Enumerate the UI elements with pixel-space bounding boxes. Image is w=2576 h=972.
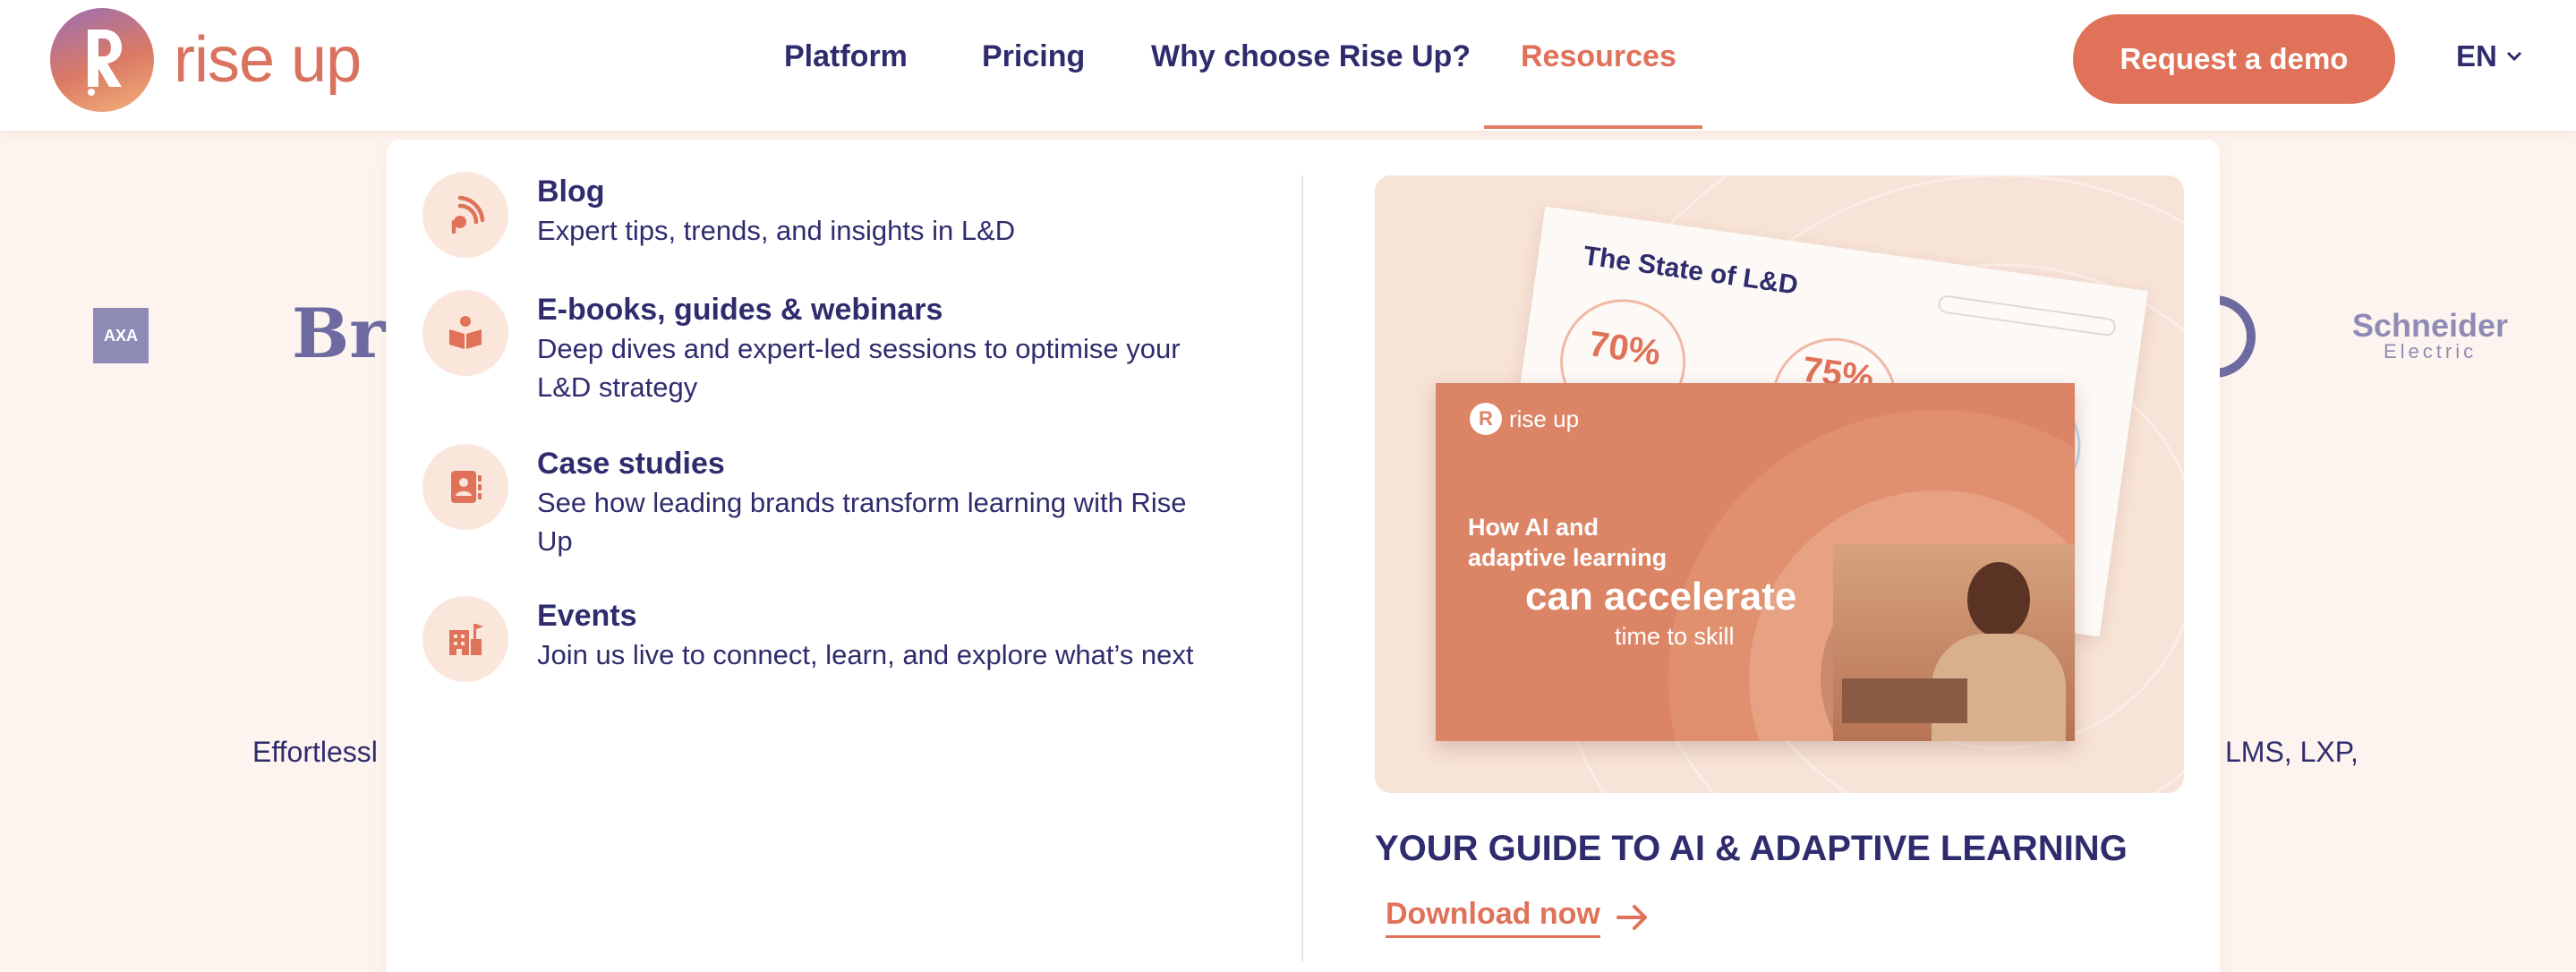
promo-heading: YOUR GUIDE TO AI & ADAPTIVE LEARNING — [1375, 829, 2128, 868]
ebook-cover: R rise up How AI and adaptive learning c… — [1436, 383, 2075, 741]
background-text-right: LMS, LXP, — [2225, 736, 2358, 768]
menu-item-title: Events — [537, 599, 637, 633]
building-flag-icon — [422, 596, 508, 682]
axa-logo: AXA — [93, 308, 149, 363]
menu-item-description: See how leading brands transform learnin… — [537, 487, 1187, 557]
resources-dropdown: Blog Expert tips, trends, and insights i… — [387, 140, 2220, 972]
menu-divider — [1301, 175, 1303, 963]
menu-item-ebooks[interactable]: E-books, guides & webinars Deep dives an… — [422, 290, 1217, 406]
person-photo — [1833, 544, 2075, 741]
menu-item-description: Join us live to connect, learn, and expl… — [537, 639, 1194, 670]
menu-item-blog[interactable]: Blog Expert tips, trends, and insights i… — [422, 172, 1217, 258]
menu-item-case-studies[interactable]: Case studies See how leading brands tran… — [422, 444, 1217, 560]
cover-brand: R rise up — [1470, 403, 1579, 435]
download-now-link[interactable]: Download now — [1386, 897, 1649, 938]
menu-item-description: Expert tips, trends, and insights in L&D — [537, 215, 1016, 246]
language-selector[interactable]: EN — [2456, 39, 2522, 73]
menu-item-events[interactable]: Events Join us live to connect, learn, a… — [422, 596, 1217, 682]
schneider-logo: Schneider Electric — [2352, 307, 2509, 362]
cover-text: How AI and adaptive learning can acceler… — [1468, 514, 1797, 650]
report-title: The State of L&D — [1581, 241, 1800, 301]
menu-item-title: Case studies — [537, 447, 725, 481]
download-now-label: Download now — [1386, 897, 1600, 938]
rise-up-logo[interactable]: rise up — [50, 7, 362, 113]
logo-wordmark: rise up — [174, 24, 362, 96]
cover-logo-icon: R — [1470, 403, 1502, 435]
nav-active-indicator — [1484, 125, 1702, 129]
book-reader-icon — [422, 290, 508, 376]
promo-image[interactable]: The State of L&D 70% 75% R rise up How A… — [1375, 175, 2184, 793]
nav-pricing[interactable]: Pricing — [982, 39, 1085, 74]
language-label: EN — [2456, 39, 2497, 72]
site-header: rise up Platform Pricing Why choose Rise… — [0, 0, 2576, 131]
menu-item-title: E-books, guides & webinars — [537, 293, 943, 327]
background-text-left: Effortlessl — [252, 736, 378, 768]
logo-r-icon — [50, 8, 154, 112]
menu-item-title: Blog — [537, 175, 605, 209]
report-search-bar — [1937, 294, 2118, 337]
nav-resources[interactable]: Resources — [1521, 39, 1676, 74]
contact-book-icon — [422, 444, 508, 530]
chevron-down-icon — [2506, 51, 2521, 62]
menu-item-description: Deep dives and expert-led sessions to op… — [537, 333, 1181, 403]
broadcast-icon — [422, 172, 508, 258]
nav-platform[interactable]: Platform — [784, 39, 908, 74]
arrow-right-icon — [1616, 905, 1647, 930]
nav-why-choose[interactable]: Why choose Rise Up? — [1151, 39, 1471, 74]
request-demo-button[interactable]: Request a demo — [2073, 14, 2395, 104]
